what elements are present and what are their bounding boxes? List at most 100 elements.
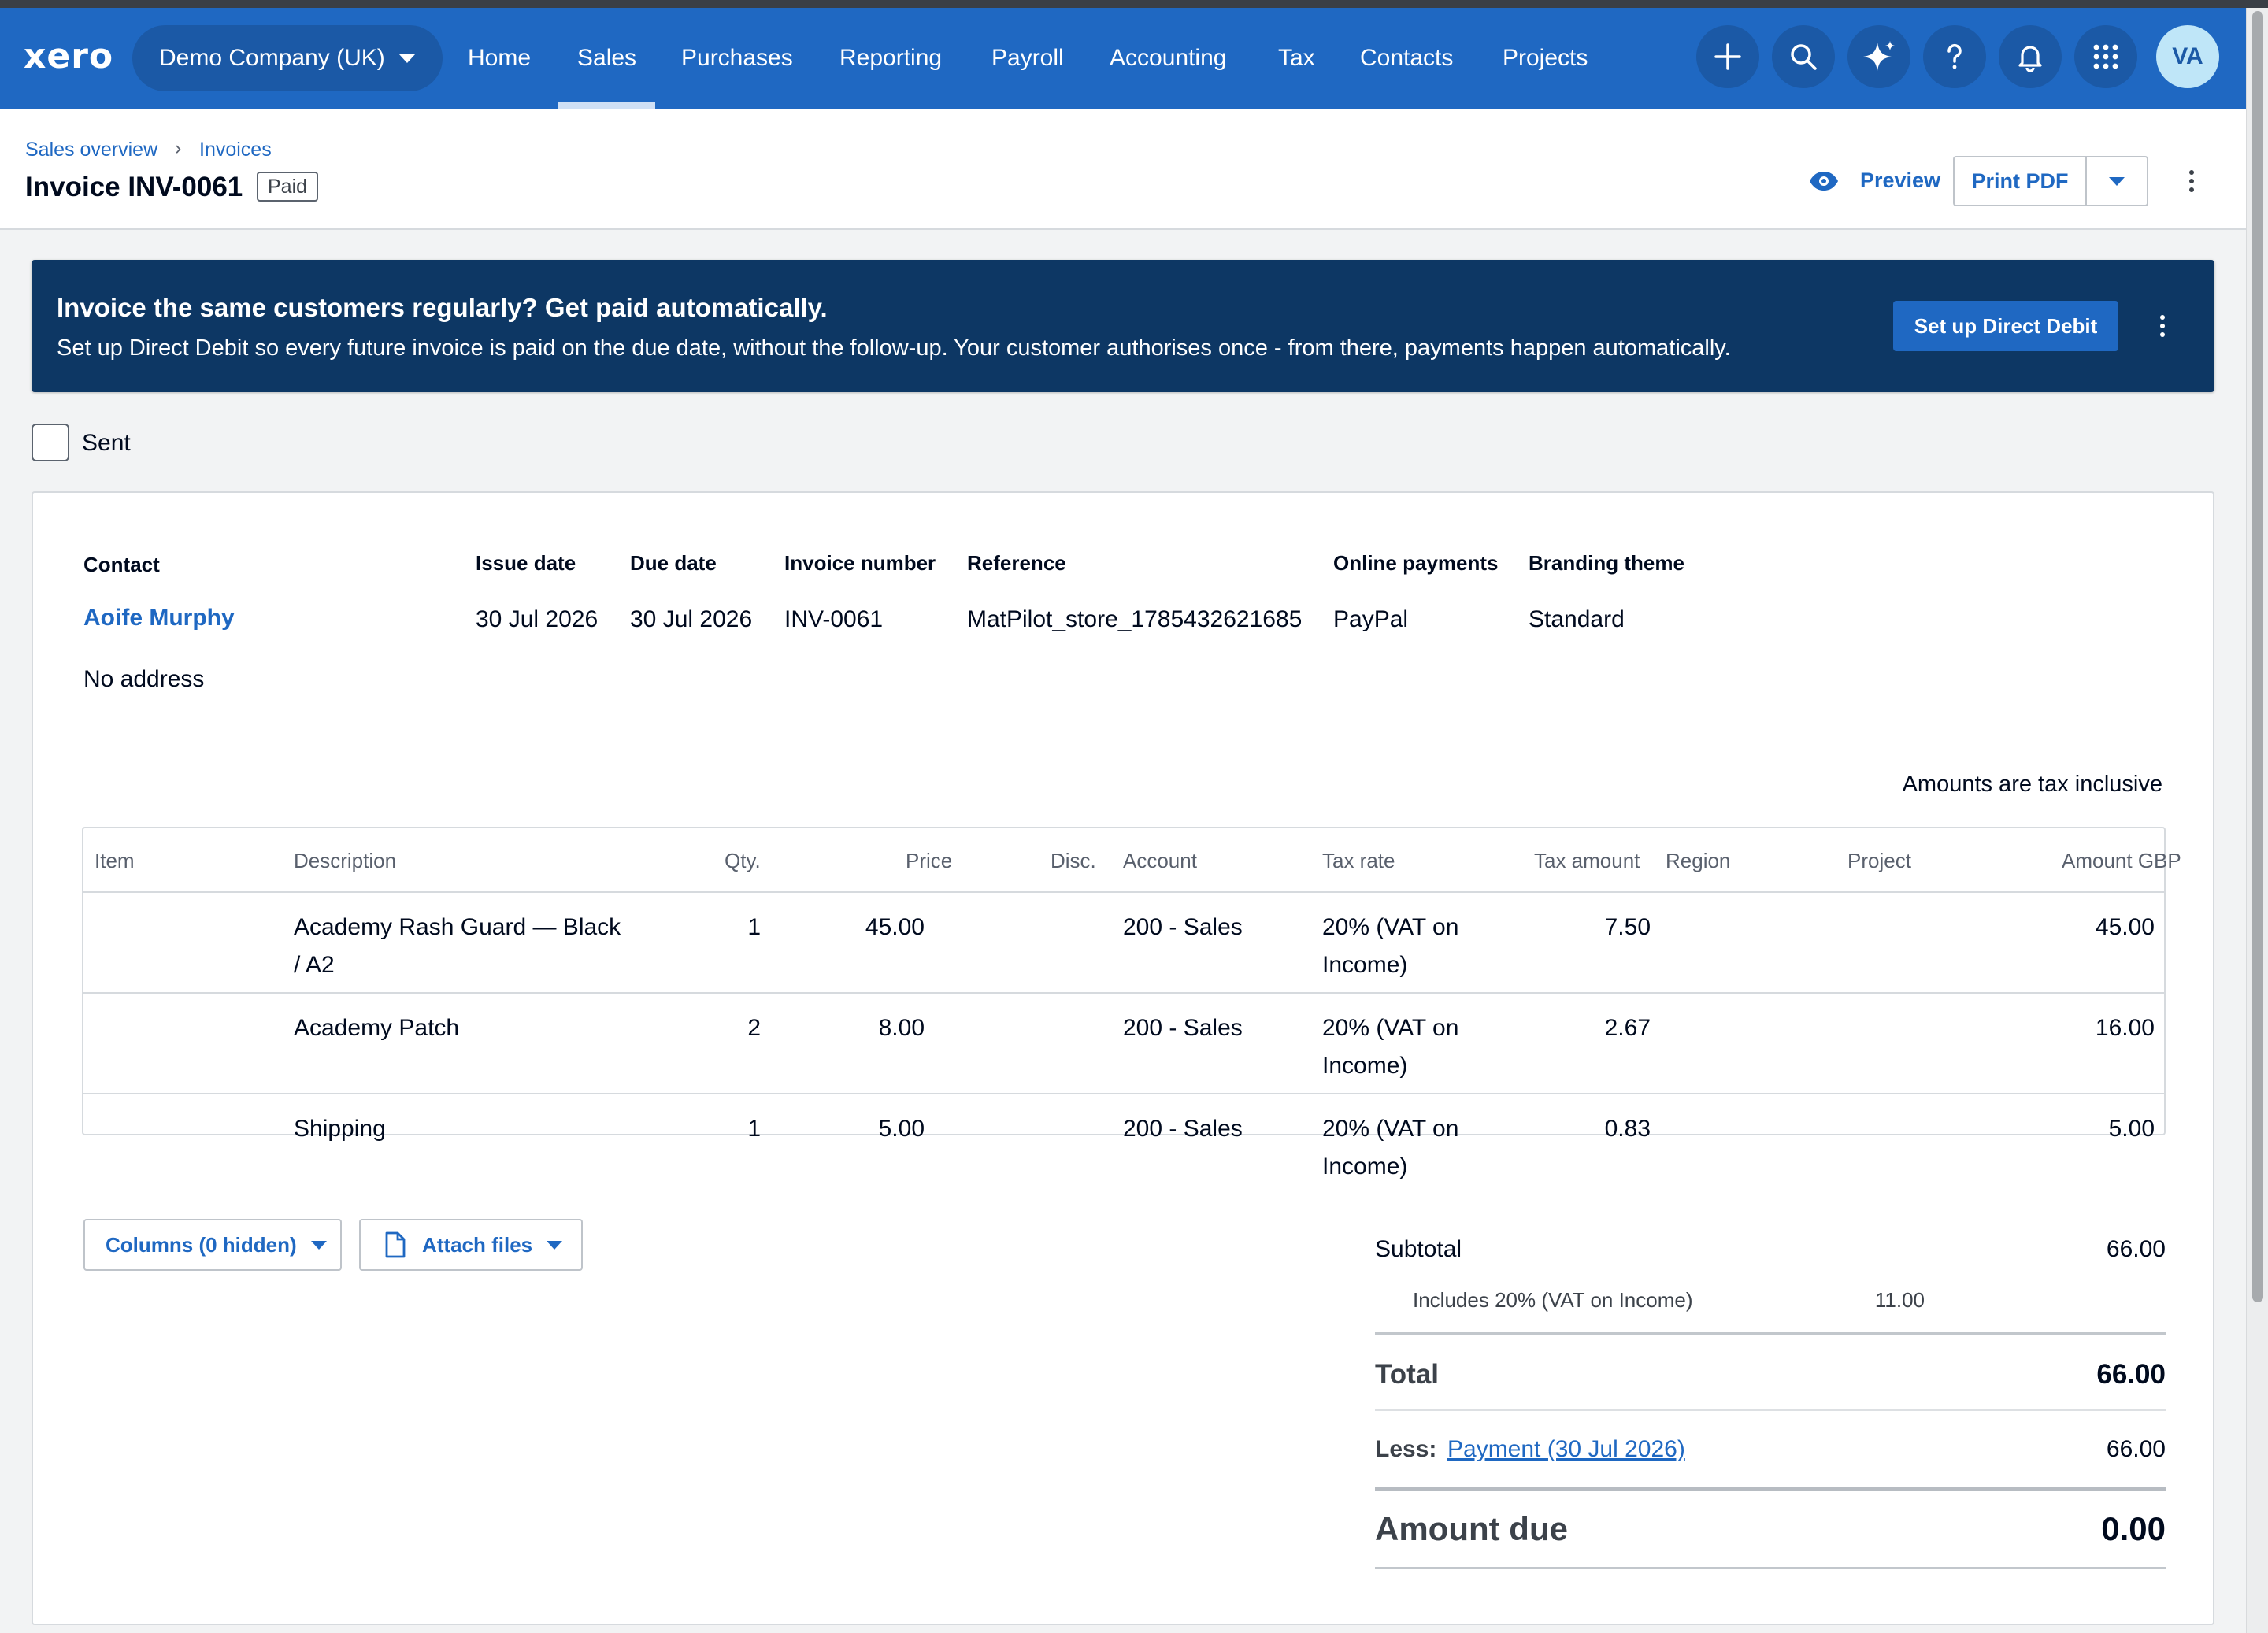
column-header-qty: Qty. <box>724 849 761 872</box>
page-header: Sales overview › Invoices Invoice INV-00… <box>0 109 2246 230</box>
column-header-project: Project <box>1847 849 1911 872</box>
nav-contacts[interactable]: Contacts <box>1360 8 1453 109</box>
table-row[interactable]: Academy Patch 2 8.00 200 - Sales 20% (VA… <box>83 992 2164 1093</box>
top-nav: xero Demo Company (UK) Home Sales Purcha… <box>0 8 2246 109</box>
sent-checkbox[interactable] <box>32 424 69 461</box>
columns-label: Columns (0 hidden) <box>106 1232 297 1257</box>
divider <box>1375 1487 2166 1491</box>
amount-due-value: 0.00 <box>2101 1510 2166 1547</box>
row-tax-amount: 2.67 <box>1604 1015 1651 1041</box>
page-title: Invoice INV-0061 <box>25 172 243 202</box>
nav-home[interactable]: Home <box>468 8 531 109</box>
invoice-number-value: INV-0061 <box>784 606 884 632</box>
search-icon <box>1791 44 1817 70</box>
nav-payroll[interactable]: Payroll <box>991 8 1064 109</box>
nav-accounting[interactable]: Accounting <box>1110 8 1226 109</box>
user-avatar[interactable]: VA <box>2156 25 2219 88</box>
row-price: 5.00 <box>878 1116 925 1142</box>
column-header-amount: Amount GBP <box>2062 849 2181 872</box>
column-header-tax-amount: Tax amount <box>1534 849 1640 872</box>
attach-files-button[interactable]: Attach files <box>359 1219 583 1271</box>
divider <box>1375 1409 2166 1411</box>
divider <box>1375 1332 2166 1335</box>
bell-icon <box>2018 46 2042 72</box>
reference-label: Reference <box>967 551 1066 575</box>
org-name: Demo Company (UK) <box>159 45 385 71</box>
print-pdf-button[interactable]: Print PDF <box>1955 157 2087 205</box>
column-header-region: Region <box>1666 849 1731 872</box>
breadcrumb-invoices[interactable]: Invoices <box>199 139 272 161</box>
row-description: Academy Patch <box>294 1015 460 1041</box>
more-options-icon[interactable] <box>2189 170 2194 192</box>
row-price: 8.00 <box>878 1015 925 1041</box>
org-switcher[interactable]: Demo Company (UK) <box>132 25 443 91</box>
chevron-down-icon <box>398 54 415 63</box>
row-tax-rate: 20% (VAT on Income) <box>1322 1116 1459 1179</box>
attach-files-label: Attach files <box>422 1232 533 1257</box>
column-header-description: Description <box>294 849 397 872</box>
window-top-strip <box>0 0 2268 8</box>
notifications-button[interactable] <box>1999 25 2062 88</box>
issue-date-label: Issue date <box>476 551 576 575</box>
row-tax-amount: 0.83 <box>1604 1116 1651 1142</box>
invoice-card: Contact Issue date Due date Invoice numb… <box>32 491 2214 1625</box>
table-row[interactable]: Shipping 1 5.00 200 - Sales 20% (VAT on I… <box>83 1093 2164 1179</box>
row-tax-amount: 7.50 <box>1604 914 1651 940</box>
eye-icon <box>1810 171 1838 191</box>
includes-vat-label: Includes 20% (VAT on Income) <box>1413 1288 1693 1312</box>
row-tax-rate: 20% (VAT on Income) <box>1322 1015 1459 1079</box>
row-amount: 5.00 <box>2108 1116 2155 1142</box>
issue-date-value: 30 Jul 2026 <box>476 606 598 632</box>
contact-address: No address <box>83 666 205 692</box>
status-badge: Paid <box>257 172 319 202</box>
reference-value: MatPilot_store_1785432621685 <box>967 606 1303 632</box>
row-price: 45.00 <box>865 914 925 940</box>
row-amount: 16.00 <box>2095 1015 2155 1041</box>
chevron-down-icon <box>2109 176 2125 186</box>
row-qty: 2 <box>747 1015 761 1041</box>
branding-theme-label: Branding theme <box>1529 551 1684 575</box>
set-up-direct-debit-button[interactable]: Set up Direct Debit <box>1893 301 2118 351</box>
table-row[interactable]: Academy Rash Guard — Black / A2 1 45.00 2… <box>83 891 2164 992</box>
preview-button[interactable]: Preview <box>1808 168 1940 193</box>
payment-link[interactable]: Payment (30 Jul 2026) <box>1447 1436 1685 1463</box>
chevron-down-icon <box>310 1240 327 1250</box>
total-value: 66.00 <box>2096 1359 2166 1390</box>
xero-logo[interactable]: xero <box>24 36 113 76</box>
contact-label: Contact <box>83 553 160 576</box>
column-header-tax-rate: Tax rate <box>1322 849 1395 872</box>
plus-icon <box>1714 43 1741 70</box>
row-account: 200 - Sales <box>1123 914 1243 940</box>
row-account: 200 - Sales <box>1123 1116 1243 1142</box>
row-account: 200 - Sales <box>1123 1015 1243 1041</box>
nav-tax[interactable]: Tax <box>1278 8 1315 109</box>
row-amount: 45.00 <box>2095 914 2155 940</box>
row-qty: 1 <box>747 914 761 940</box>
includes-vat-value: 11.00 <box>1874 1288 1925 1312</box>
column-header-account: Account <box>1123 849 1197 872</box>
nav-sales[interactable]: Sales <box>558 8 656 109</box>
columns-button[interactable]: Columns (0 hidden) <box>83 1219 342 1271</box>
add-button[interactable] <box>1696 25 1759 88</box>
apps-button[interactable] <box>2074 25 2137 88</box>
scrollbar-thumb[interactable] <box>2252 11 2263 1302</box>
nav-purchases[interactable]: Purchases <box>681 8 793 109</box>
column-header-price: Price <box>906 849 953 872</box>
chevron-down-icon <box>547 1240 563 1250</box>
breadcrumb-sales-overview[interactable]: Sales overview <box>25 139 158 161</box>
subtotal-label: Subtotal <box>1375 1236 1462 1262</box>
banner-more-icon[interactable] <box>2160 315 2165 337</box>
nav-projects[interactable]: Projects <box>1503 8 1588 109</box>
ai-assistant-button[interactable] <box>1847 25 1910 88</box>
nav-reporting[interactable]: Reporting <box>839 8 942 109</box>
print-options-dropdown[interactable] <box>2087 157 2147 205</box>
contact-link[interactable]: Aoife Murphy <box>83 605 235 631</box>
help-button[interactable] <box>1923 25 1986 88</box>
file-icon <box>385 1231 406 1258</box>
online-payments-label: Online payments <box>1333 551 1499 575</box>
divider <box>1375 1567 2166 1569</box>
preview-label: Preview <box>1860 168 1941 192</box>
row-description: Academy Rash Guard — Black / A2 <box>294 914 621 978</box>
row-description: Shipping <box>294 1116 386 1142</box>
search-button[interactable] <box>1772 25 1835 88</box>
